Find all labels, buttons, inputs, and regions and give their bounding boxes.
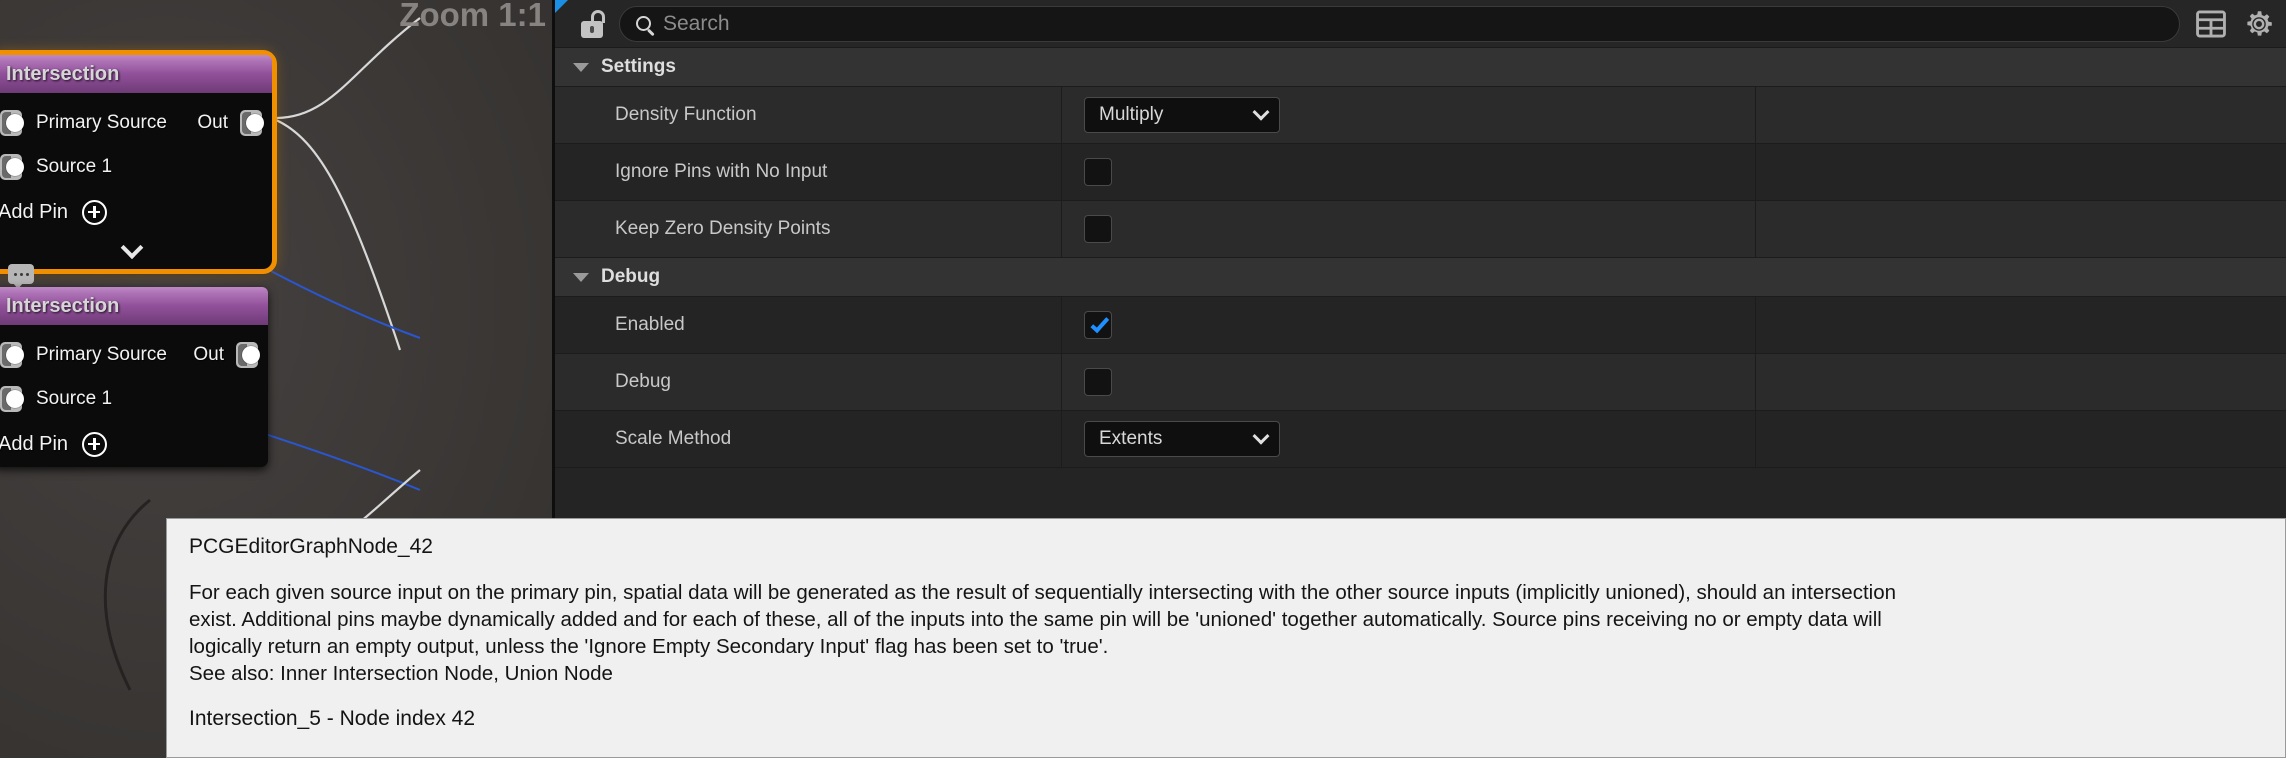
node-tooltip: PCGEditorGraphNode_42 For each given sou… (166, 518, 2286, 758)
search-input[interactable] (663, 12, 2163, 36)
keep-zero-density-checkbox[interactable] (1084, 215, 1112, 243)
node-pin-row-source-1[interactable]: Source 1 (0, 145, 272, 189)
tooltip-title: PCGEditorGraphNode_42 (189, 535, 2263, 559)
input-pin-label: Source 1 (36, 156, 112, 178)
output-pin-label: Out (193, 344, 224, 366)
property-row-scale-method[interactable]: Scale Method Extents (555, 411, 2286, 468)
property-value-overflow (1756, 297, 2286, 353)
zoom-level-label: Zoom 1:1 (399, 0, 546, 34)
property-value-cell[interactable] (1062, 354, 1756, 410)
table-grid-icon[interactable] (2194, 7, 2228, 41)
property-value-cell[interactable]: Extents (1062, 411, 1756, 467)
details-toolbar (555, 0, 2286, 48)
tooltip-description: For each given source input on the prima… (189, 579, 2263, 687)
property-value-cell[interactable] (1062, 144, 1756, 200)
output-pin-label: Out (197, 112, 228, 134)
dropdown-value: Extents (1099, 428, 1162, 450)
node-pin-row-primary-source[interactable]: Primary Source Out (0, 333, 268, 377)
tooltip-footer: Intersection_5 - Node index 42 (189, 707, 2263, 731)
node-title-bar[interactable]: Intersection (0, 55, 272, 93)
add-pin-button[interactable]: Add Pin (0, 189, 272, 235)
output-pin-icon[interactable] (234, 340, 260, 370)
graph-node-intersection-2[interactable]: Intersection Primary Source Out (0, 287, 268, 467)
node-title-bar[interactable]: Intersection (0, 287, 268, 325)
add-pin-label: Add Pin (0, 433, 68, 456)
node-body: Primary Source Out Source 1 Add Pi (0, 325, 268, 467)
chevron-down-icon (1253, 104, 1270, 121)
property-row-debug[interactable]: Debug (555, 354, 2286, 411)
input-pin-label: Primary Source (36, 112, 167, 134)
property-value-cell[interactable] (1062, 297, 1756, 353)
property-value-overflow (1756, 201, 2286, 257)
input-pin-label: Source 1 (36, 388, 112, 410)
gear-icon[interactable] (2242, 7, 2276, 41)
property-label: Ignore Pins with No Input (555, 144, 1062, 200)
unlock-icon[interactable] (581, 10, 605, 38)
property-value-overflow (1756, 411, 2286, 467)
node-comment-bubble-icon[interactable] (8, 264, 34, 284)
output-pin-icon[interactable] (238, 108, 264, 138)
property-value-overflow (1756, 144, 2286, 200)
section-header-debug[interactable]: Debug (555, 258, 2286, 297)
active-tab-accent (555, 0, 568, 13)
node-body: Primary Source Out Source 1 Add Pi (0, 93, 272, 269)
property-label: Debug (555, 354, 1062, 410)
add-pin-button[interactable]: Add Pin (0, 421, 268, 467)
node-pin-row-primary-source[interactable]: Primary Source Out (0, 101, 272, 145)
plus-circle-icon[interactable] (82, 432, 107, 457)
section-title: Settings (601, 56, 676, 78)
property-label: Enabled (555, 297, 1062, 353)
input-pin-icon[interactable] (0, 384, 24, 414)
section-title: Debug (601, 266, 660, 288)
property-row-keep-zero-density-points[interactable]: Keep Zero Density Points (555, 201, 2286, 258)
node-output-group[interactable]: Out (193, 340, 260, 370)
chevron-down-icon (121, 236, 144, 259)
density-function-dropdown[interactable]: Multiply (1084, 97, 1280, 133)
property-value-cell[interactable]: Multiply (1062, 87, 1756, 143)
property-row-density-function[interactable]: Density Function Multiply (555, 87, 2286, 144)
add-pin-label: Add Pin (0, 201, 68, 224)
input-pin-icon[interactable] (0, 152, 24, 182)
input-pin-icon[interactable] (0, 108, 24, 138)
enabled-checkbox[interactable] (1084, 311, 1112, 339)
property-value-overflow (1756, 354, 2286, 410)
property-value-cell[interactable] (1062, 201, 1756, 257)
triangle-down-icon (573, 63, 589, 72)
node-collapse-button[interactable] (0, 235, 272, 269)
check-icon (1090, 314, 1109, 333)
dropdown-value: Multiply (1099, 104, 1163, 126)
plus-circle-icon[interactable] (82, 200, 107, 225)
scale-method-dropdown[interactable]: Extents (1084, 421, 1280, 457)
node-title-label: Intersection (6, 63, 119, 86)
property-label: Keep Zero Density Points (555, 201, 1062, 257)
triangle-down-icon (573, 273, 589, 282)
input-pin-icon[interactable] (0, 340, 24, 370)
node-output-group[interactable]: Out (197, 108, 264, 138)
input-pin-label: Primary Source (36, 344, 167, 366)
graph-node-intersection-1[interactable]: Intersection Primary Source Out (0, 55, 272, 269)
section-header-settings[interactable]: Settings (555, 48, 2286, 87)
ignore-pins-checkbox[interactable] (1084, 158, 1112, 186)
property-label: Density Function (555, 87, 1062, 143)
property-row-enabled[interactable]: Enabled (555, 297, 2286, 354)
node-pin-row-source-1[interactable]: Source 1 (0, 377, 268, 421)
search-icon (636, 16, 651, 31)
property-row-ignore-pins-with-no-input[interactable]: Ignore Pins with No Input (555, 144, 2286, 201)
property-label: Scale Method (555, 411, 1062, 467)
search-box[interactable] (619, 6, 2180, 42)
chevron-down-icon (1253, 428, 1270, 445)
debug-checkbox[interactable] (1084, 368, 1112, 396)
node-title-label: Intersection (6, 295, 119, 318)
property-value-overflow (1756, 87, 2286, 143)
